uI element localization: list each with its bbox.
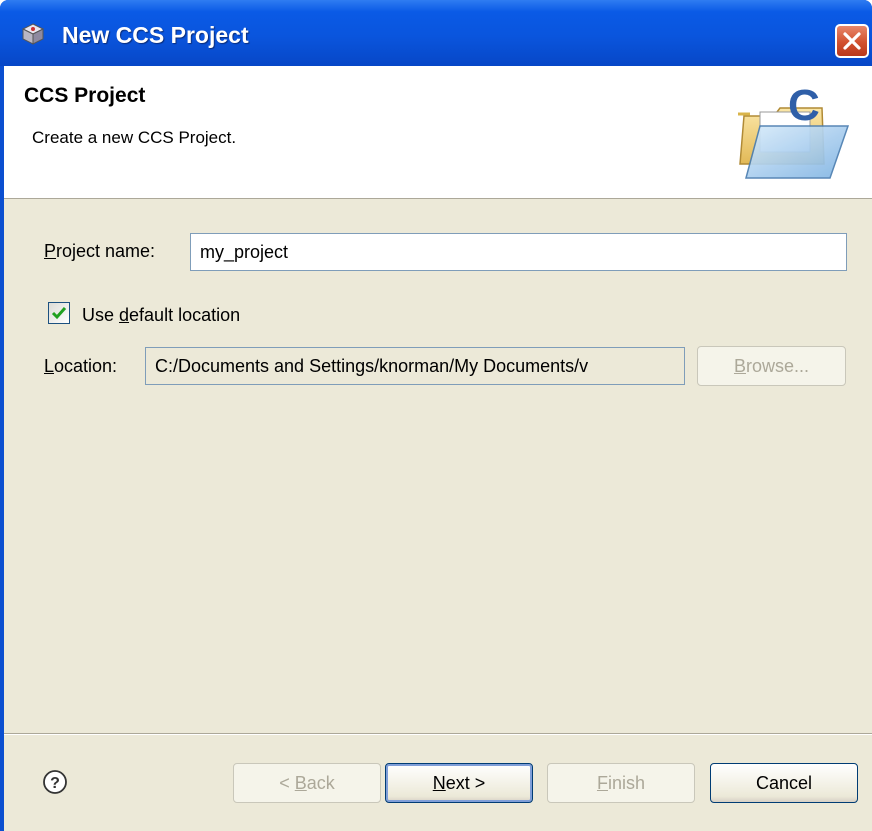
location-label: Location: (44, 356, 118, 376)
browse-button[interactable]: Browse... (697, 346, 846, 386)
use-default-location-checkbox[interactable] (48, 302, 70, 324)
checkmark-icon (51, 307, 67, 320)
folder-c-icon: C (738, 86, 850, 179)
close-icon (843, 32, 861, 50)
ccs-app-icon (21, 23, 45, 45)
svg-text:C: C (788, 86, 820, 130)
project-name-input[interactable]: my_project (190, 233, 847, 271)
finish-button[interactable]: Finish (547, 763, 695, 803)
project-name-label: Project name: (44, 241, 156, 261)
title-bar[interactable]: New CCS Project (0, 0, 872, 66)
use-default-location-label[interactable]: Use default location (82, 305, 240, 326)
page-description: Create a new CCS Project. (32, 128, 237, 147)
wizard-banner: CCS Project Create a new CCS Project. C (4, 66, 872, 199)
cancel-button[interactable]: Cancel (710, 763, 858, 803)
dialog-client-area: CCS Project Create a new CCS Project. C (4, 66, 872, 831)
location-input[interactable]: C:/Documents and Settings/knorman/My Doc… (145, 347, 685, 385)
help-icon[interactable]: ? (42, 769, 68, 795)
window-title: New CCS Project (62, 22, 249, 48)
back-button[interactable]: < Back (233, 763, 381, 803)
next-button[interactable]: Next > (385, 763, 533, 803)
page-title: CCS Project (24, 84, 146, 107)
dialog-window: New CCS Project CCS Project Create a new… (0, 0, 872, 831)
footer-separator (4, 733, 872, 735)
close-button[interactable] (835, 24, 869, 58)
svg-text:?: ? (50, 775, 60, 792)
